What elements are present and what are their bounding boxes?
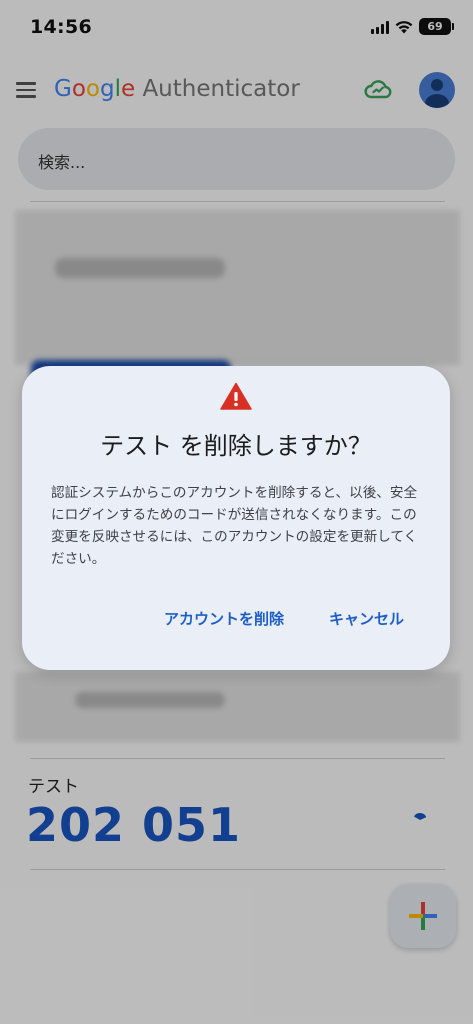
warning-triangle-icon	[220, 382, 252, 410]
delete-account-dialog: テスト を削除しますか？ 認証システムからこのアカウントを削除すると、以後、安全…	[22, 366, 450, 670]
delete-account-button[interactable]: アカウントを削除	[164, 608, 284, 629]
dialog-title: テスト を削除しますか？	[100, 432, 372, 460]
dialog-message: 認証システムからこのアカウントを削除すると、以後、安全にログインするためのコード…	[51, 485, 418, 567]
cancel-button[interactable]: キャンセル	[329, 608, 404, 629]
